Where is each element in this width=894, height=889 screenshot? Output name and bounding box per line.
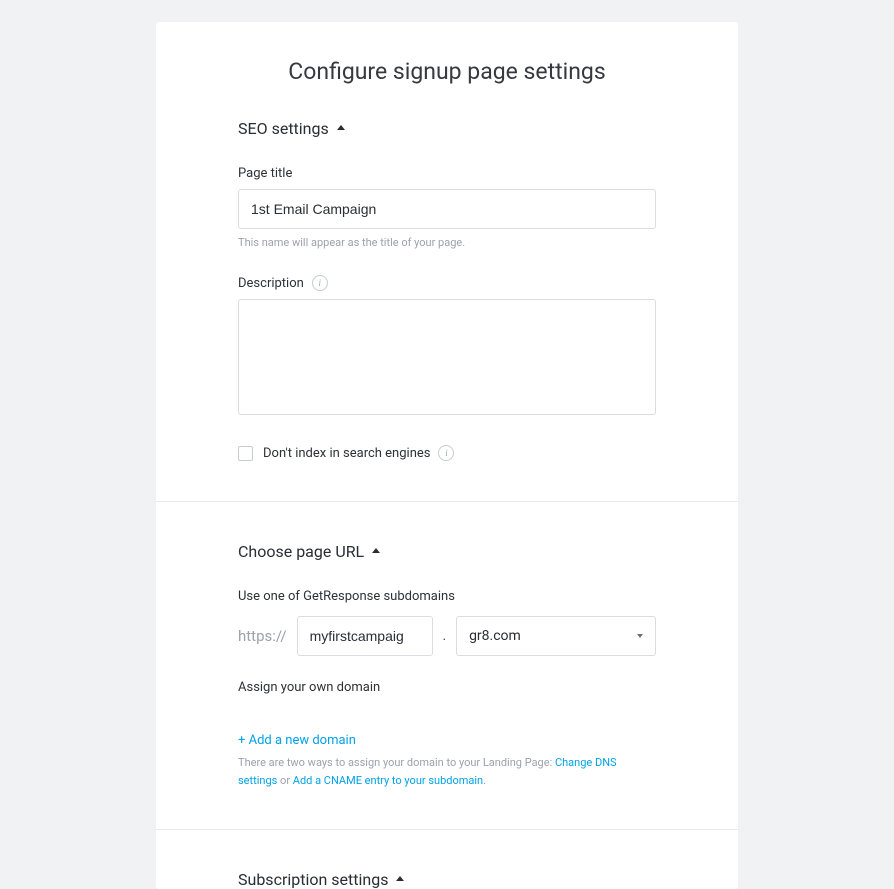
page-title: Configure signup page settings: [156, 58, 738, 85]
subscription-section-toggle[interactable]: Subscription settings: [238, 870, 656, 889]
own-domain-label: Assign your own domain: [238, 680, 656, 695]
page-title-hint: This name will appear as the title of yo…: [238, 236, 656, 249]
seo-section-title: SEO settings: [238, 119, 329, 138]
help-prefix: There are two ways to assign your domain…: [238, 756, 555, 769]
url-section-title: Choose page URL: [238, 542, 364, 561]
noindex-checkbox[interactable]: [238, 446, 253, 461]
subdomain-label: Use one of GetResponse subdomains: [238, 589, 656, 604]
domain-help-text: There are two ways to assign your domain…: [238, 754, 656, 789]
seo-section-toggle[interactable]: SEO settings: [238, 119, 656, 138]
settings-card: Configure signup page settings SEO setti…: [156, 22, 738, 889]
page-title-field: Page title This name will appear as the …: [238, 166, 656, 249]
help-suffix: .: [483, 774, 486, 787]
domain-select[interactable]: gr8.com: [456, 616, 656, 656]
description-label: Description: [238, 276, 304, 291]
subdomain-input[interactable]: [297, 616, 433, 656]
domain-select-value: gr8.com: [469, 628, 521, 644]
url-section: Choose page URL Use one of GetResponse s…: [156, 501, 738, 829]
url-row: https:// . gr8.com: [238, 616, 656, 656]
page-title-input[interactable]: [238, 189, 656, 229]
caret-up-icon: [372, 548, 380, 553]
caret-up-icon: [337, 125, 345, 130]
noindex-label: Don't index in search engines: [263, 446, 430, 461]
cname-link[interactable]: Add a CNAME entry to your subdomain: [293, 774, 483, 787]
help-or: or: [277, 774, 292, 787]
protocol-label: https://: [238, 627, 287, 645]
chevron-down-icon: [637, 634, 643, 638]
description-textarea[interactable]: [238, 299, 656, 415]
info-icon[interactable]: i: [438, 445, 454, 461]
noindex-row: Don't index in search engines i: [238, 445, 656, 461]
info-icon[interactable]: i: [312, 275, 328, 291]
subscription-section: Subscription settings: [156, 829, 738, 889]
subscription-section-title: Subscription settings: [238, 870, 388, 889]
add-domain-link[interactable]: + Add a new domain: [238, 733, 356, 748]
seo-section: SEO settings Page title This name will a…: [156, 119, 738, 501]
caret-up-icon: [396, 876, 404, 881]
page-title-label: Page title: [238, 166, 656, 181]
dot-separator: .: [443, 629, 446, 644]
url-section-toggle[interactable]: Choose page URL: [238, 542, 656, 561]
description-field: Description i: [238, 275, 656, 419]
